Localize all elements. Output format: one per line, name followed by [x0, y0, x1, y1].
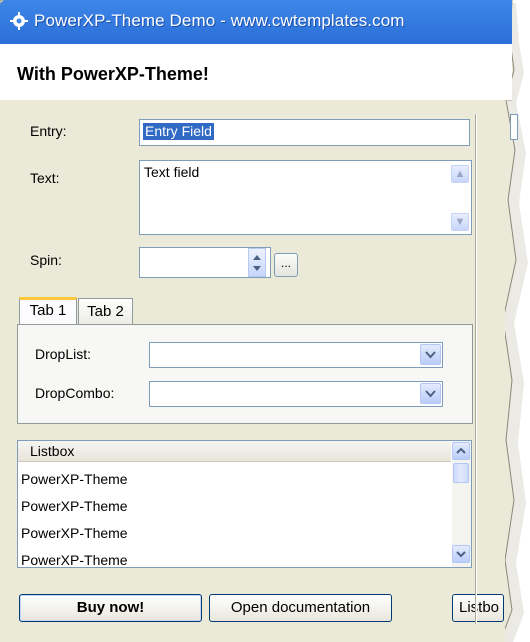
buy-now-button[interactable]: Buy now! — [19, 594, 202, 622]
dropcombo-combo[interactable] — [149, 381, 443, 407]
text-scroll-down-button[interactable]: ▼ — [451, 213, 469, 231]
scroll-up-button[interactable] — [452, 442, 470, 460]
scroll-thumb[interactable] — [453, 463, 469, 483]
tab-2[interactable]: Tab 2 — [78, 298, 133, 325]
text-label: Text: — [30, 170, 60, 186]
gear-icon — [10, 12, 28, 30]
open-documentation-button[interactable]: Open documentation — [209, 594, 392, 622]
droplist-dropdown-button[interactable] — [420, 344, 441, 365]
chevron-down-icon — [456, 551, 466, 558]
header-title: With PowerXP-Theme! — [17, 64, 209, 84]
list-item[interactable]: PowerXP-Theme — [21, 498, 128, 514]
text-scroll-up-button[interactable]: ▲ — [451, 165, 469, 183]
droplist-label: DropList: — [35, 346, 92, 362]
tab-1[interactable]: Tab 1 — [19, 297, 77, 326]
entry-field-value: Entry Field — [143, 123, 214, 140]
text-area-value: Text field — [144, 164, 200, 180]
entry-label: Entry: — [30, 123, 67, 139]
chevron-down-icon — [425, 351, 436, 359]
droplist-combo[interactable] — [149, 342, 443, 368]
list-item[interactable]: PowerXP-Theme — [21, 552, 128, 566]
listbox-header[interactable]: Listbox — [18, 441, 451, 462]
chevron-up-icon — [456, 447, 466, 454]
text-area[interactable]: Text field ▲ ▼ — [139, 160, 472, 235]
scroll-down-button[interactable] — [452, 545, 470, 563]
right-panel-field-edge — [510, 114, 518, 140]
spin-label: Spin: — [30, 252, 62, 268]
listbox-header-label: Listbox — [30, 443, 75, 459]
window-title: PowerXP-Theme Demo - www.cwtemplates.com — [34, 11, 405, 30]
spin-field[interactable] — [139, 247, 271, 278]
entry-field[interactable]: Entry Field — [139, 119, 470, 146]
chevron-down-icon — [425, 390, 436, 398]
right-panel — [476, 114, 518, 624]
list-item[interactable]: PowerXP-Theme — [21, 471, 128, 487]
listbox[interactable]: Listbox PowerXP-Theme PowerXP-Theme Powe… — [17, 440, 472, 568]
header-bar: With PowerXP-Theme! — [0, 44, 512, 101]
spin-arrows-icon — [253, 255, 261, 271]
spin-buttons[interactable] — [248, 248, 266, 277]
list-item[interactable]: PowerXP-Theme — [21, 525, 128, 541]
ellipsis-button[interactable]: ... — [274, 253, 298, 277]
title-bar[interactable]: PowerXP-Theme Demo - www.cwtemplates.com — [0, 0, 512, 44]
listbox-scrollbar[interactable] — [452, 441, 471, 567]
dropcombo-dropdown-button[interactable] — [420, 383, 441, 404]
tab-panel: DropList: DropCombo: — [17, 324, 473, 424]
dropcombo-label: DropCombo: — [35, 385, 115, 401]
